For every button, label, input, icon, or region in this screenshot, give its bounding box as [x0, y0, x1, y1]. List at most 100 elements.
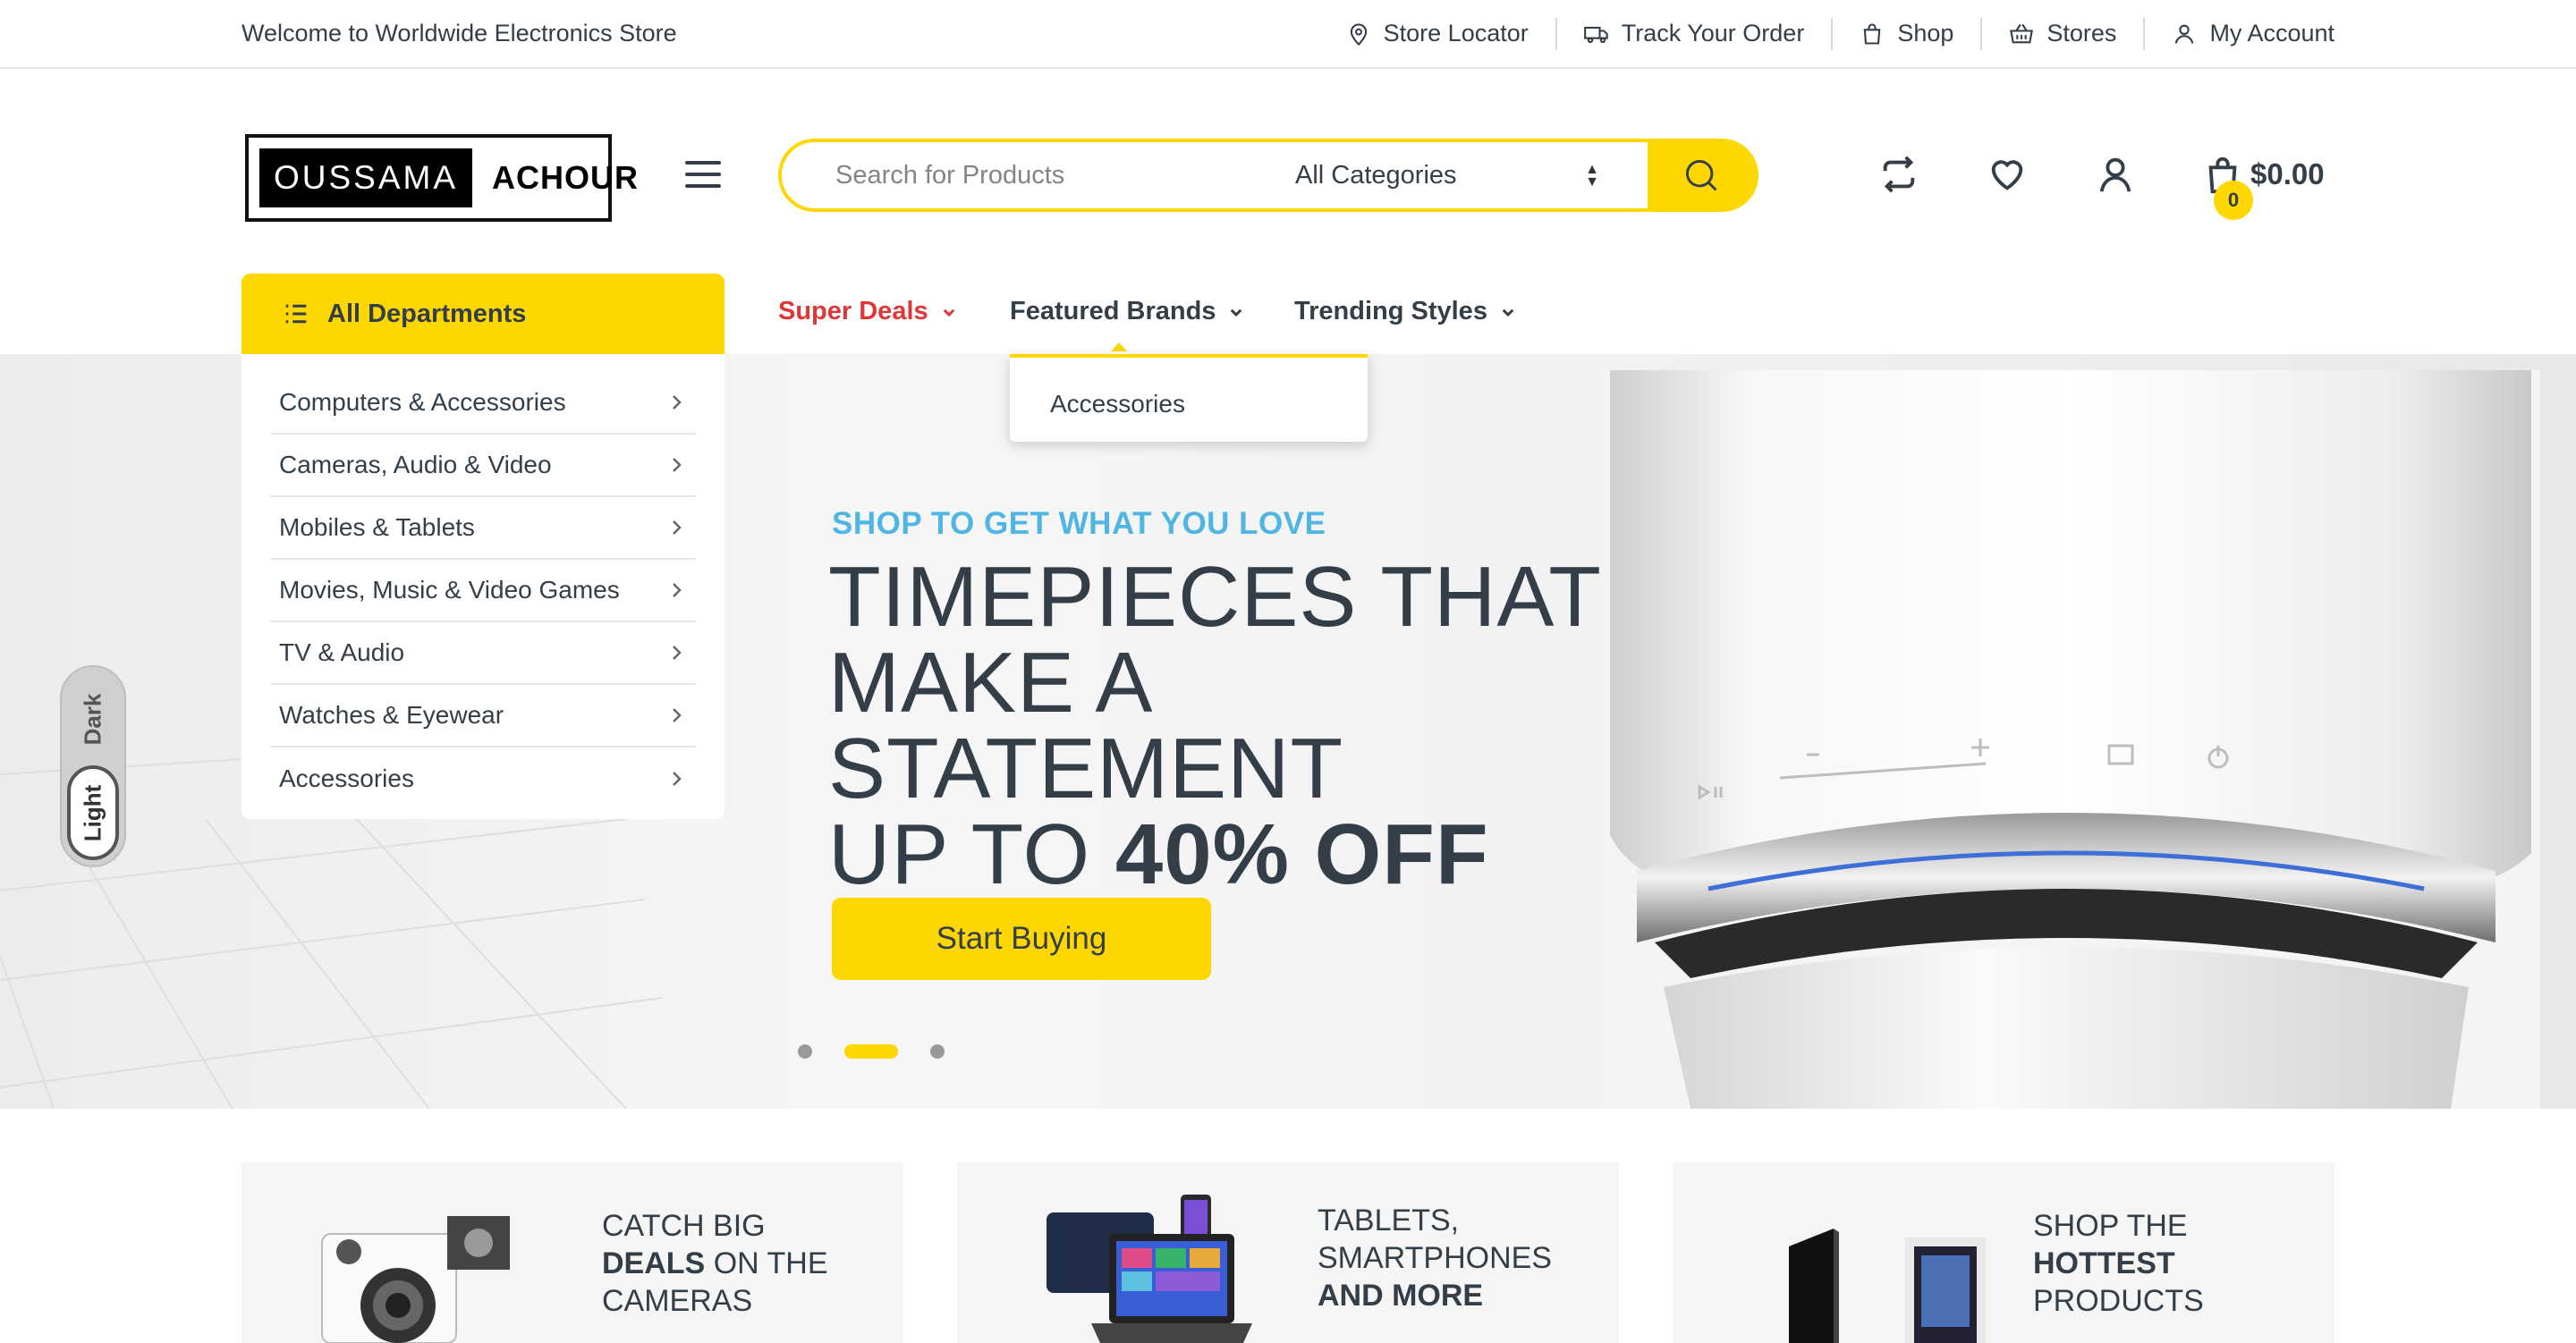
dept-item-label: Mobiles & Tablets	[279, 513, 475, 541]
chevron-right-icon	[673, 708, 682, 722]
promo-cameras-text: CATCH BIG DEALS ON THE CAMERAS	[602, 1207, 828, 1320]
location-pin-icon	[1350, 23, 1367, 46]
chevron-right-icon	[673, 772, 682, 786]
dept-item-tv-audio[interactable]: TV & Audio	[270, 622, 696, 685]
nav-super-deals[interactable]: Super Deals	[778, 297, 957, 326]
shop-link[interactable]: Shop	[1831, 17, 1980, 50]
promo-cameras-rest: ON THE	[713, 1246, 828, 1280]
top-bar: Welcome to Worldwide Electronics Store S…	[0, 0, 2576, 69]
promo-tablets-line2: SMARTPHONES	[1318, 1241, 1552, 1275]
user-icon	[2175, 24, 2194, 44]
theme-light-label: Light	[79, 784, 106, 841]
list-icon	[285, 304, 307, 324]
theme-dark-option[interactable]: Dark	[62, 676, 124, 762]
chevron-down-icon	[1502, 308, 1514, 317]
promo-cameras-line1: CATCH BIG	[602, 1209, 766, 1243]
slider-dot-1[interactable]	[798, 1044, 812, 1059]
my-account-link[interactable]: My Account	[2143, 17, 2334, 50]
dept-item-label: TV & Audio	[279, 638, 405, 666]
select-arrows-icon: ▲ ▼	[1585, 162, 1599, 190]
nav-trending-styles[interactable]: Trending Styles	[1294, 297, 1516, 326]
category-select[interactable]: All Categories ▲ ▼	[1295, 142, 1617, 208]
dept-item-mobiles[interactable]: Mobiles & Tablets	[270, 497, 696, 560]
promo-tablets-line1: TABLETS,	[1318, 1204, 1460, 1237]
all-departments-button[interactable]: All Departments	[242, 274, 724, 354]
all-departments-label: All Departments	[327, 299, 527, 328]
nav-featured-brands[interactable]: Featured Brands	[1010, 297, 1244, 326]
theme-light-option[interactable]: Light	[67, 765, 119, 860]
dept-item-computers[interactable]: Computers & Accessories	[270, 372, 696, 435]
stores-link[interactable]: Stores	[1980, 17, 2143, 50]
speaker-product-image	[1601, 370, 2540, 1109]
camera-product-image	[321, 1216, 510, 1343]
promo-products-line3: PRODUCTS	[2033, 1284, 2204, 1318]
headline-line-2: MAKE A	[828, 635, 1154, 731]
hero-tagline: SHOP TO GET WHAT YOU LOVE	[832, 506, 1326, 541]
promo-products-line2: HOTTEST	[2033, 1245, 2204, 1282]
dept-item-label: Movies, Music & Video Games	[279, 576, 620, 604]
track-order-label: Track Your Order	[1621, 20, 1805, 46]
chevron-right-icon	[673, 520, 682, 535]
promo-tablets-line3: AND MORE	[1318, 1277, 1552, 1314]
promo-tablets-text: TABLETS, SMARTPHONES AND MORE	[1318, 1202, 1552, 1314]
truck-icon	[1583, 26, 1608, 43]
headline-line-3: STATEMENT	[828, 721, 1344, 816]
dept-item-cameras[interactable]: Cameras, Audio & Video	[270, 435, 696, 497]
slider-dot-2[interactable]	[844, 1044, 898, 1059]
menu-icon[interactable]	[685, 161, 721, 197]
logo-left-text: OUSSAMA	[259, 148, 473, 207]
store-locator-link[interactable]: Store Locator	[1346, 18, 1555, 50]
offer-value: 40% OFF	[1114, 807, 1489, 902]
promo-cameras-line3: CAMERAS	[602, 1284, 753, 1318]
promo-cameras-line2: DEALS ON THE	[602, 1245, 828, 1282]
headline-line-1: TIMEPIECES THAT	[828, 549, 1602, 645]
theme-dark-label: Dark	[79, 693, 106, 745]
slider-dot-3[interactable]	[930, 1044, 945, 1059]
promo-cameras-bold: DEALS	[602, 1246, 706, 1280]
logo-right-text: ACHOUR	[492, 159, 640, 196]
tablets-product-image	[1046, 1195, 1252, 1343]
search-button[interactable]	[1648, 142, 1755, 208]
promo-products-text: SHOP THE HOTTEST PRODUCTS	[2033, 1207, 2204, 1320]
shop-label: Shop	[1897, 20, 1954, 46]
promo-card-cameras[interactable]: CATCH BIG DEALS ON THE CAMERAS	[242, 1162, 903, 1343]
theme-toggle[interactable]: Dark Light	[60, 665, 126, 867]
wishlist-heart-icon[interactable]	[1987, 154, 2028, 195]
chevron-down-icon	[1231, 308, 1242, 317]
dept-item-watches[interactable]: Watches & Eyewear	[270, 685, 696, 748]
offer-prefix: UP TO	[828, 807, 1091, 902]
dept-item-label: Accessories	[279, 764, 414, 792]
search-input[interactable]	[835, 142, 1247, 208]
dropdown-caret	[1111, 342, 1127, 351]
nav-featured-brands-label: Featured Brands	[1010, 297, 1216, 325]
site-logo[interactable]: OUSSAMA ACHOUR	[245, 134, 638, 222]
start-buying-button[interactable]: Start Buying	[832, 898, 1211, 980]
search-icon	[1685, 159, 1717, 191]
headline-offer: UP TO 40% OFF	[828, 812, 1602, 898]
account-user-icon[interactable]	[2095, 154, 2136, 195]
chevron-right-icon	[673, 646, 682, 660]
store-locator-label: Store Locator	[1383, 20, 1529, 46]
hero-headline: TIMEPIECES THAT MAKE A STATEMENT UP TO 4…	[828, 554, 1602, 898]
dept-item-label: Cameras, Audio & Video	[279, 451, 552, 478]
cart-count-badge: 0	[2214, 181, 2253, 220]
promo-card-products[interactable]: SHOP THE HOTTEST PRODUCTS	[1673, 1162, 2334, 1343]
dropdown-item-accessories[interactable]: Accessories	[1050, 390, 1185, 418]
featured-brands-dropdown: Accessories	[1010, 354, 1368, 442]
track-order-link[interactable]: Track Your Order	[1555, 17, 1832, 50]
search-bar: All Categories ▲▼	[778, 139, 1758, 212]
cart-total[interactable]: $0.00	[2250, 157, 2325, 191]
dept-item-accessories[interactable]: Accessories	[270, 748, 696, 810]
dept-item-label: Computers & Accessories	[279, 388, 566, 416]
dept-item-movies[interactable]: Movies, Music & Video Games	[270, 560, 696, 622]
category-select-value: All Categories	[1295, 160, 1457, 190]
promo-card-tablets[interactable]: TABLETS, SMARTPHONES AND MORE	[957, 1162, 1619, 1343]
stores-label: Stores	[2046, 20, 2117, 46]
compare-icon[interactable]	[1878, 154, 1919, 195]
promo-products-line1: SHOP THE	[2033, 1209, 2188, 1243]
departments-menu: Computers & Accessories Cameras, Audio &…	[242, 354, 724, 819]
nav-trending-styles-label: Trending Styles	[1294, 297, 1487, 325]
dept-item-label: Watches & Eyewear	[279, 701, 504, 729]
chevron-down-icon	[943, 308, 954, 317]
shopping-bag-icon	[1864, 22, 1881, 45]
